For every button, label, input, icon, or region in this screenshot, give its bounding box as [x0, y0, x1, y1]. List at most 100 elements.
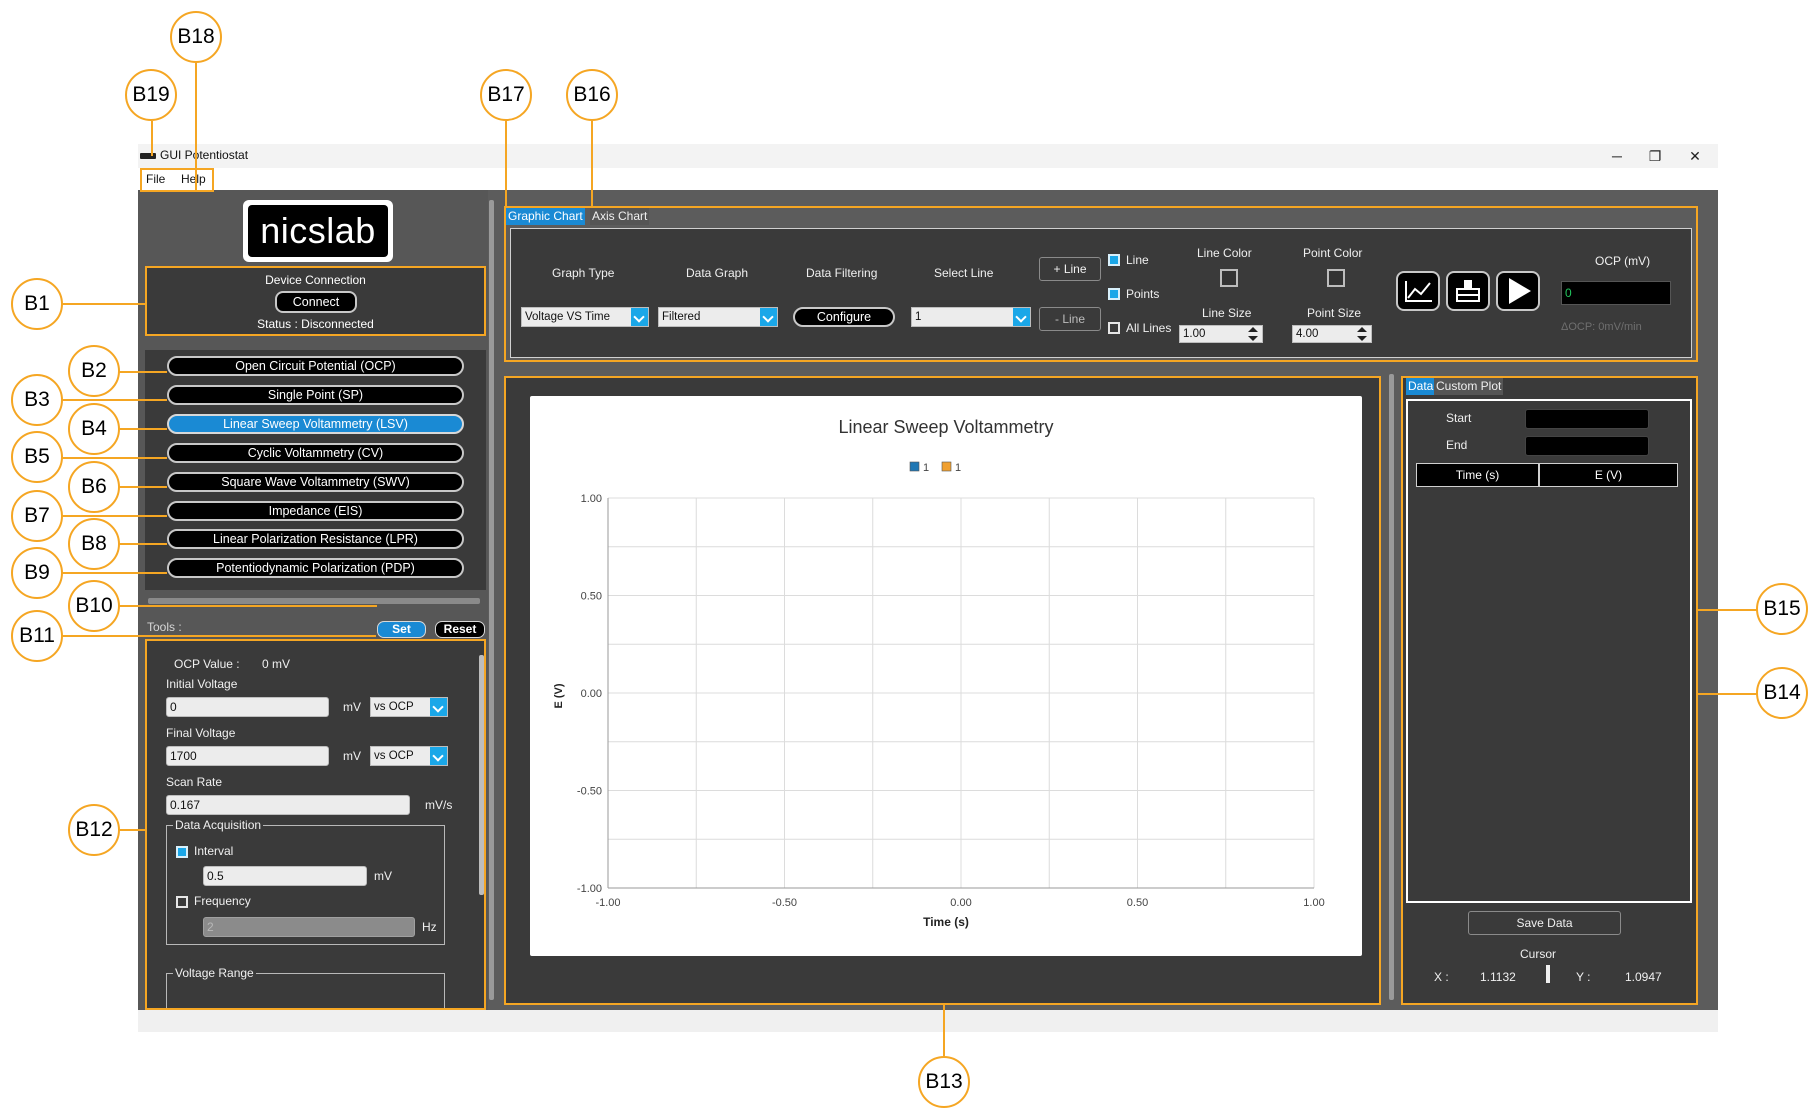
callout-b2: B2 [68, 345, 120, 397]
parameters-scrollbar[interactable] [479, 655, 484, 895]
all-lines-checkbox[interactable] [1108, 322, 1120, 334]
close-button[interactable]: ✕ [1672, 144, 1718, 168]
point-color-swatch[interactable] [1327, 269, 1345, 287]
callout-b17: B17 [480, 69, 532, 121]
column-header-time[interactable]: Time (s) [1416, 463, 1539, 487]
line-checkbox[interactable] [1108, 254, 1120, 266]
callout-line-b14 [1698, 693, 1762, 695]
cursor-y-value: 1.0947 [1625, 970, 1662, 984]
final-voltage-unit: mV [343, 749, 361, 763]
chevron-down-icon [760, 308, 777, 326]
lsv-chart[interactable]: -1.00 -0.50 0.00 0.50 1.00 1.00 0.50 0.00 -0.50 -… [530, 396, 1362, 956]
method-button-pdp[interactable]: Potentiodynamic Polarization (PDP) [167, 558, 464, 578]
callout-b3: B3 [11, 374, 63, 426]
x-tick-label: -0.50 [772, 897, 797, 909]
line-color-swatch[interactable] [1220, 269, 1238, 287]
start-label: Start [1446, 411, 1472, 425]
frequency-checkbox[interactable] [176, 896, 188, 908]
right-splitter[interactable] [1389, 374, 1394, 1000]
line-size-spinbox[interactable]: 1.00 [1179, 325, 1263, 343]
cursor-x-label: X : [1434, 970, 1449, 984]
data-acquisition-label: Data Acquisition [173, 818, 264, 832]
scan-rate-input[interactable]: 0.167 [166, 795, 410, 815]
callout-line-b10 [119, 605, 377, 607]
column-header-e[interactable]: E (V) [1539, 463, 1678, 487]
tab-data[interactable]: Data [1406, 378, 1436, 395]
select-line-label: Select Line [934, 266, 994, 280]
all-lines-checkbox-label: All Lines [1126, 321, 1172, 335]
callout-b18: B18 [170, 11, 222, 63]
final-voltage-label: Final Voltage [166, 726, 236, 740]
play-button[interactable] [1496, 271, 1540, 311]
method-button-cv[interactable]: Cyclic Voltammetry (CV) [167, 443, 464, 463]
initial-voltage-input[interactable]: 0 [166, 697, 329, 717]
point-color-label: Point Color [1303, 246, 1363, 260]
tab-graphic-chart[interactable]: Graphic Chart [506, 208, 585, 225]
remove-line-button[interactable]: - Line [1039, 307, 1101, 331]
select-line-select[interactable]: 1 [911, 307, 1031, 327]
method-button-lsv[interactable]: Linear Sweep Voltammetry (LSV) [167, 414, 464, 434]
clear-button[interactable] [1446, 271, 1490, 311]
callout-line-b2 [119, 371, 167, 373]
interval-input[interactable]: 0.5 [203, 866, 367, 886]
parameters-panel: OCP Value : 0 mV Initial Voltage 0 mV vs… [145, 639, 486, 1010]
connect-button[interactable]: Connect [275, 291, 357, 313]
callout-line-b6 [119, 486, 167, 488]
y-tick-label: 1.00 [581, 493, 602, 505]
method-button-swv[interactable]: Square Wave Voltammetry (SWV) [167, 472, 464, 492]
data-graph-label: Data Graph [686, 266, 749, 280]
points-checkbox[interactable] [1108, 288, 1120, 300]
configure-button[interactable]: Configure [793, 307, 895, 327]
callout-b9: B9 [11, 547, 63, 599]
end-label: End [1446, 438, 1468, 452]
y-tick-label: -0.50 [577, 786, 602, 798]
graph-type-value: Voltage VS Time [525, 311, 611, 323]
callout-b13: B13 [918, 1056, 970, 1108]
final-voltage-ref-value: vs OCP [374, 750, 414, 762]
panel-splitter[interactable] [148, 598, 480, 604]
callout-b5: B5 [11, 431, 63, 483]
frequency-input[interactable]: 2 [203, 917, 415, 937]
chart-panel: -1.00 -0.50 0.00 0.50 1.00 1.00 0.50 0.00 -0.50 -… [504, 376, 1381, 1005]
method-button-ocp[interactable]: Open Circuit Potential (OCP) [167, 356, 464, 376]
callout-b10: B10 [68, 580, 120, 632]
left-splitter[interactable] [489, 200, 494, 1000]
title-bar: GUI Potentiostat ─ ❐ ✕ [138, 144, 1718, 168]
callout-b4: B4 [68, 403, 120, 455]
callout-line-b9 [62, 572, 167, 574]
y-tick-label: -1.00 [577, 883, 602, 895]
interval-checkbox[interactable] [176, 846, 188, 858]
method-button-sp[interactable]: Single Point (SP) [167, 385, 464, 405]
ocp-readout: 0 [1561, 281, 1671, 305]
add-line-button[interactable]: + Line [1039, 257, 1101, 281]
initial-voltage-ref-select[interactable]: vs OCP [370, 697, 448, 717]
tab-custom-plot[interactable]: Custom Plot [1434, 378, 1504, 395]
tab-axis-chart[interactable]: Axis Chart [590, 208, 650, 225]
reset-button[interactable]: Reset [435, 621, 485, 638]
method-button-eis[interactable]: Impedance (EIS) [167, 501, 464, 521]
data-acquisition-group: Data Acquisition Interval 0.5 mV Frequen… [166, 818, 445, 945]
callout-line-b7 [62, 515, 167, 517]
scan-rate-label: Scan Rate [166, 775, 223, 789]
final-voltage-ref-select[interactable]: vs OCP [370, 746, 448, 766]
x-tick-label: -1.00 [595, 897, 620, 909]
set-button[interactable]: Set [377, 621, 426, 638]
final-voltage-input[interactable]: 1700 [166, 746, 329, 766]
line-color-label: Line Color [1197, 246, 1252, 260]
logo-frame: nicslab [243, 200, 393, 262]
chevron-down-icon [1013, 308, 1030, 326]
method-button-lpr[interactable]: Linear Polarization Resistance (LPR) [167, 529, 464, 549]
graph-type-select[interactable]: Voltage VS Time [521, 307, 649, 327]
x-axis-label: Time (s) [923, 915, 969, 929]
end-input[interactable] [1525, 436, 1649, 456]
save-data-button[interactable]: Save Data [1468, 911, 1621, 935]
chart-legend: 11 [909, 461, 961, 474]
chart-line-button[interactable] [1396, 271, 1440, 311]
start-input[interactable] [1525, 409, 1649, 429]
chart-line-icon [1405, 281, 1432, 302]
data-graph-select[interactable]: Filtered [658, 307, 778, 327]
line-checkbox-label: Line [1126, 253, 1149, 267]
line-size-label: Line Size [1202, 306, 1252, 320]
points-checkbox-label: Points [1126, 287, 1160, 301]
point-size-spinbox[interactable]: 4.00 [1292, 325, 1372, 343]
